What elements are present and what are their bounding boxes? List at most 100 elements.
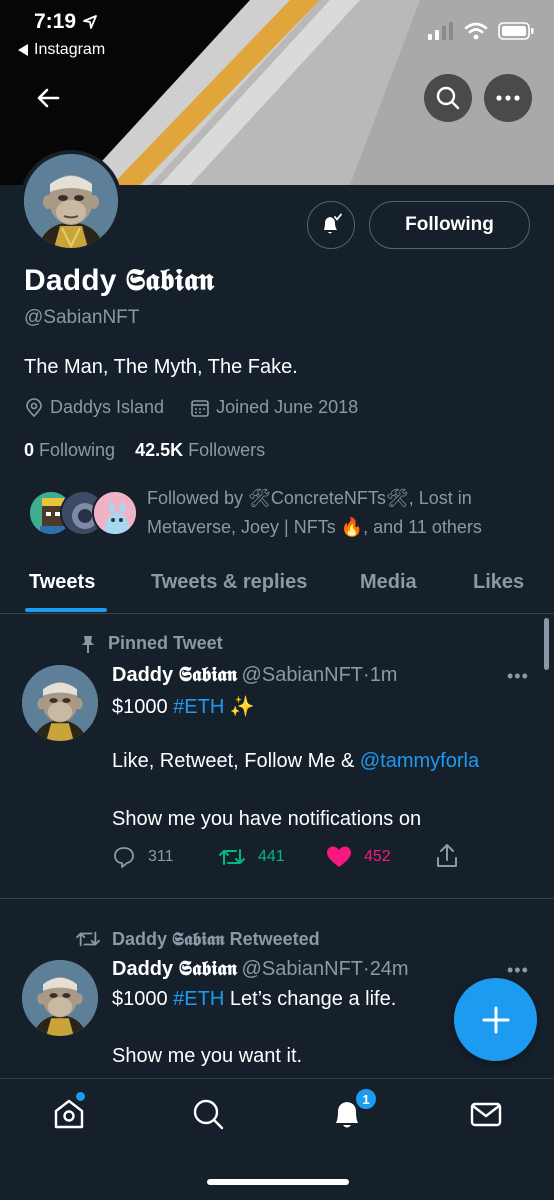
- notifications-bell-button[interactable]: [307, 201, 355, 249]
- profile-handle: @SabianNFT: [24, 307, 140, 328]
- share-icon: [437, 844, 457, 867]
- back-button[interactable]: [34, 84, 62, 117]
- reply-count: 311: [148, 848, 174, 865]
- more-options-button[interactable]: [484, 74, 532, 122]
- profile-bio: The Man, The Myth, The Fake.: [24, 356, 298, 378]
- profile-stats: 0 Following 42.5K Followers: [24, 440, 265, 461]
- tweet-text-line-1: $1000 #ETH ✨: [112, 694, 255, 719]
- tweet-more-button[interactable]: •••: [507, 960, 529, 981]
- tweet-time: 24m: [369, 958, 409, 980]
- location-arrow-icon: [83, 15, 97, 29]
- back-app-label: Instagram: [34, 41, 106, 58]
- like-action[interactable]: 452: [326, 845, 391, 869]
- share-button[interactable]: [435, 843, 459, 874]
- followers-label: Followers: [188, 440, 266, 460]
- home-new-dot: [76, 1092, 85, 1101]
- retweeted-label[interactable]: Daddy 𝕾𝖆𝖇𝖎𝖆𝖓 Retweeted: [112, 929, 320, 950]
- status-indicators: [428, 22, 534, 40]
- cellular-signal-icon: [428, 22, 453, 40]
- messages-icon: [470, 1102, 502, 1127]
- reply-icon: [114, 847, 134, 868]
- tweet-text: Let’s change a life.: [224, 988, 397, 1010]
- bell-check-icon: [324, 213, 342, 234]
- followed-by-avatars[interactable]: [28, 490, 138, 538]
- search-icon: [193, 1099, 224, 1130]
- nav-search[interactable]: [191, 1097, 225, 1131]
- tab-tweets[interactable]: Tweets: [29, 571, 95, 594]
- tweet-time: 1m: [369, 664, 398, 686]
- tweet-divider: [0, 898, 554, 899]
- tweet-text-line-3: Show me you have notifications on: [112, 808, 422, 830]
- profile-avatar[interactable]: [20, 150, 122, 252]
- pin-icon: [82, 635, 94, 653]
- compose-plus-icon: [482, 1006, 509, 1033]
- ape-avatar-image: [22, 665, 98, 741]
- followers-count: 42.5K: [135, 440, 184, 460]
- followed-by-text[interactable]: Followed by 🛠ConcreteNFTs🛠, Lost in Meta…: [147, 484, 537, 542]
- status-time: 7:19: [34, 10, 98, 34]
- notifications-badge: 1: [354, 1087, 378, 1111]
- tweet-context-retweeted: Daddy 𝕾𝖆𝖇𝖎𝖆𝖓 Retweeted: [74, 928, 320, 950]
- tweet-text-line-2: Like, Retweet, Follow Me & @tammyforla: [112, 750, 479, 773]
- profile-tabs: Tweets Tweets & replies Media Likes: [0, 560, 554, 614]
- back-triangle-icon: [18, 44, 28, 56]
- tweet-text: Like, Retweet, Follow Me &: [112, 750, 360, 772]
- tweet-avatar[interactable]: [22, 665, 98, 741]
- ape-avatar-image: [24, 154, 118, 248]
- tweet-header: Daddy 𝕾𝖆𝖇𝖎𝖆𝖓 @SabianNFT·1m: [112, 664, 397, 687]
- nav-notifications[interactable]: 1: [330, 1087, 378, 1131]
- more-icon: [496, 95, 520, 101]
- tweet-author-handle: @SabianNFT: [241, 958, 364, 980]
- calendar-icon: [191, 399, 209, 417]
- ape-avatar-image: [22, 960, 98, 1036]
- tweet-avatar[interactable]: [22, 960, 98, 1036]
- retweet-count: 441: [258, 848, 285, 865]
- back-arrow-icon: [37, 88, 60, 108]
- battery-icon: [498, 22, 534, 40]
- tweet-text-line-2: Show me you want it.: [112, 1045, 303, 1067]
- nav-home[interactable]: [52, 1092, 86, 1131]
- clock-text: 7:19: [34, 10, 77, 33]
- pinned-label: Pinned Tweet: [108, 633, 223, 653]
- tweet-more-button[interactable]: •••: [507, 666, 529, 687]
- home-indicator[interactable]: [207, 1179, 349, 1185]
- hashtag-link[interactable]: #ETH: [173, 988, 224, 1010]
- profile-joined: Joined June 2018: [216, 397, 359, 417]
- retweet-icon: [76, 931, 100, 947]
- profile-display-name: Daddy 𝕾𝖆𝖇𝖎𝖆𝖓: [24, 264, 215, 297]
- followers-stat[interactable]: 42.5K Followers: [135, 440, 265, 460]
- hashtag-link[interactable]: #ETH: [173, 696, 224, 718]
- following-count: 0: [24, 440, 35, 460]
- tweet-author-name[interactable]: Daddy 𝕾𝖆𝖇𝖎𝖆𝖓: [112, 958, 237, 980]
- sparkles-emoji: ✨: [224, 696, 255, 718]
- nav-messages[interactable]: [469, 1097, 503, 1131]
- tab-media[interactable]: Media: [360, 571, 417, 594]
- home-icon: [54, 1099, 84, 1129]
- follower-avatar-3: [92, 490, 138, 536]
- following-button[interactable]: Following: [369, 201, 530, 249]
- tab-likes[interactable]: Likes: [473, 571, 524, 594]
- retweet-action[interactable]: 441: [218, 845, 285, 869]
- reply-action[interactable]: 311: [112, 845, 174, 869]
- like-count: 452: [364, 848, 391, 865]
- heart-icon: [327, 846, 351, 867]
- tweet-text-line-1: $1000 #ETH Let’s change a life.: [112, 988, 396, 1011]
- profile-meta: Daddys Island Joined June 2018: [24, 397, 358, 418]
- tweet-text: $1000: [112, 988, 174, 1010]
- active-tab-indicator: [25, 608, 107, 612]
- mention-link[interactable]: @tammyforla: [360, 750, 479, 772]
- back-to-app[interactable]: Instagram: [18, 41, 105, 59]
- compose-tweet-button[interactable]: [454, 978, 537, 1061]
- tweet-author-name[interactable]: Daddy 𝕾𝖆𝖇𝖎𝖆𝖓: [112, 664, 237, 686]
- tab-tweets-and-replies[interactable]: Tweets & replies: [151, 571, 307, 594]
- tweet-dot: ·: [363, 958, 370, 980]
- search-button[interactable]: [424, 74, 472, 122]
- location-icon: [26, 397, 42, 417]
- search-icon: [436, 86, 460, 110]
- following-label: Following: [39, 440, 116, 460]
- tweet-text: $1000: [112, 696, 174, 718]
- tweet-header: Daddy 𝕾𝖆𝖇𝖎𝖆𝖓 @SabianNFT·24m: [112, 958, 409, 981]
- tweet-dot: ·: [363, 664, 370, 686]
- scrollbar[interactable]: [544, 618, 549, 670]
- following-stat[interactable]: 0 Following: [24, 440, 115, 460]
